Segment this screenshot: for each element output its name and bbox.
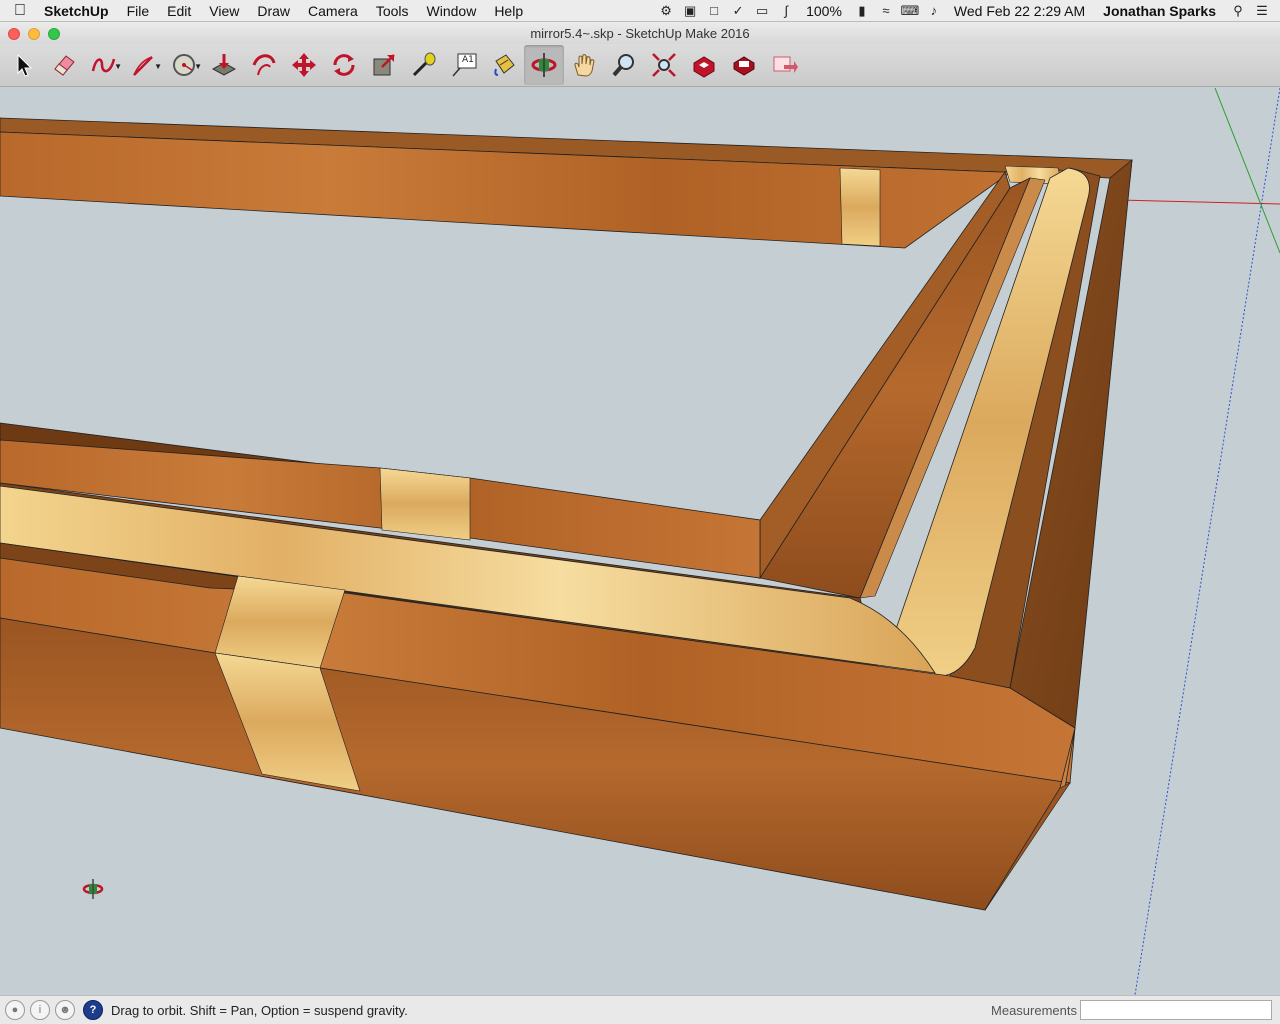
line-dropdown-icon[interactable]: ▼ [154,62,162,71]
battery-icon[interactable]: ▮ [850,0,874,22]
text-tool[interactable]: A1 [444,45,484,85]
screen-icon[interactable]: □ [702,0,726,22]
close-window-button[interactable] [8,28,20,40]
menu-camera[interactable]: Camera [299,3,367,19]
status-bar: ● i ☻ ? Drag to orbit. Shift = Pan, Opti… [0,995,1280,1024]
modeling-viewport[interactable] [0,88,1280,995]
user-name[interactable]: Jonathan Sparks [1093,3,1226,19]
text-tool-label: A1 [462,55,474,65]
status-menus: ⚙ ▣ □ ✓ ▭ ∫ 100% ▮ ≈ ⌨ ♪ Wed Feb 22 2:29… [654,0,1280,22]
menu-file[interactable]: File [118,3,159,19]
eraser-tool[interactable] [44,45,84,85]
layout-icon [773,56,798,73]
send-to-layout-tool[interactable] [764,45,804,85]
freehand-tool[interactable]: ▼ [84,45,124,85]
rotate-tool[interactable] [324,45,364,85]
circle-tool[interactable]: ▼ [164,45,204,85]
extension-warehouse-icon [733,56,755,76]
scale-icon [373,54,395,76]
geo-location-icon[interactable]: ● [5,1000,25,1020]
input-menu-icon[interactable]: ⌨ [898,0,922,22]
move-tool[interactable] [284,45,324,85]
move-icon [292,53,316,77]
menu-bar:  SketchUp File Edit View Draw Camera To… [0,0,1280,22]
menu-tools[interactable]: Tools [367,3,418,19]
notification-center-icon[interactable]: ☰ [1250,0,1274,22]
red-axis [1119,199,1280,205]
push-pull-tool[interactable] [204,45,244,85]
zoom-window-button[interactable] [48,28,60,40]
orbit-icon [531,53,557,77]
volume-icon[interactable]: ♪ [922,0,946,22]
window-title: mirror5.4~.skp - SketchUp Make 2016 [530,25,750,41]
rotate-icon [333,54,355,76]
wifi-icon[interactable]: ≈ [874,0,898,22]
tape-measure-icon [412,52,436,77]
zoom-tool[interactable] [604,45,644,85]
model-canvas [0,88,1280,995]
offset-icon [252,54,276,76]
freehand-dropdown-icon[interactable]: ▼ [114,62,122,71]
orbit-cursor-icon [82,878,104,900]
airplay-icon[interactable]: ▭ [750,0,774,22]
credits-icon[interactable]: i [30,1000,50,1020]
extension-warehouse-tool[interactable] [724,45,764,85]
menu-draw[interactable]: Draw [248,3,299,19]
paint-bucket-tool[interactable] [484,45,524,85]
display-icon[interactable]: ▣ [678,0,702,22]
menu-view[interactable]: View [200,3,248,19]
select-arrow-icon [17,53,33,77]
tape-measure-tool[interactable] [404,45,444,85]
scale-tool[interactable] [364,45,404,85]
window-title-bar: mirror5.4~.skp - SketchUp Make 2016 [0,22,1280,44]
apple-menu-icon[interactable]:  [0,2,40,20]
warehouse-icon [693,56,715,78]
pan-tool[interactable] [564,45,604,85]
select-tool[interactable] [4,45,44,85]
battery-percent[interactable]: 100% [798,3,850,19]
eraser-icon [54,55,75,76]
bluetooth-icon[interactable]: ∫ [774,0,798,22]
paint-bucket-icon [494,54,515,76]
sign-in-icon[interactable]: ☻ [55,1000,75,1020]
line-tool[interactable]: ▼ [124,45,164,85]
zoom-icon [612,54,634,77]
menu-window[interactable]: Window [418,3,486,19]
main-toolbar: ▼ ▼ ▼ A1 [0,44,1280,87]
minimize-window-button[interactable] [28,28,40,40]
measurements-label: Measurements [991,1002,1077,1018]
measurements-input[interactable] [1080,1000,1272,1020]
zoom-extents-icon [652,53,676,77]
instructor-help-icon[interactable]: ? [83,1000,103,1020]
clock[interactable]: Wed Feb 22 2:29 AM [946,3,1093,19]
pan-hand-icon [574,54,595,77]
green-axis [1214,88,1280,254]
status-message: Drag to orbit. Shift = Pan, Option = sus… [111,1002,408,1018]
circle-dropdown-icon[interactable]: ▼ [194,62,202,71]
orbit-tool[interactable] [524,45,564,85]
menu-help[interactable]: Help [485,3,532,19]
blue-axis [1134,88,1280,995]
checkmark-icon[interactable]: ✓ [726,0,750,22]
app-menu[interactable]: SketchUp [40,3,118,19]
push-pull-icon [211,54,237,76]
menu-edit[interactable]: Edit [158,3,200,19]
zoom-extents-tool[interactable] [644,45,684,85]
sync-icon[interactable]: ⚙ [654,0,678,22]
offset-tool[interactable] [244,45,284,85]
3d-warehouse-tool[interactable] [684,45,724,85]
spotlight-search-icon[interactable]: ⚲ [1226,0,1250,22]
